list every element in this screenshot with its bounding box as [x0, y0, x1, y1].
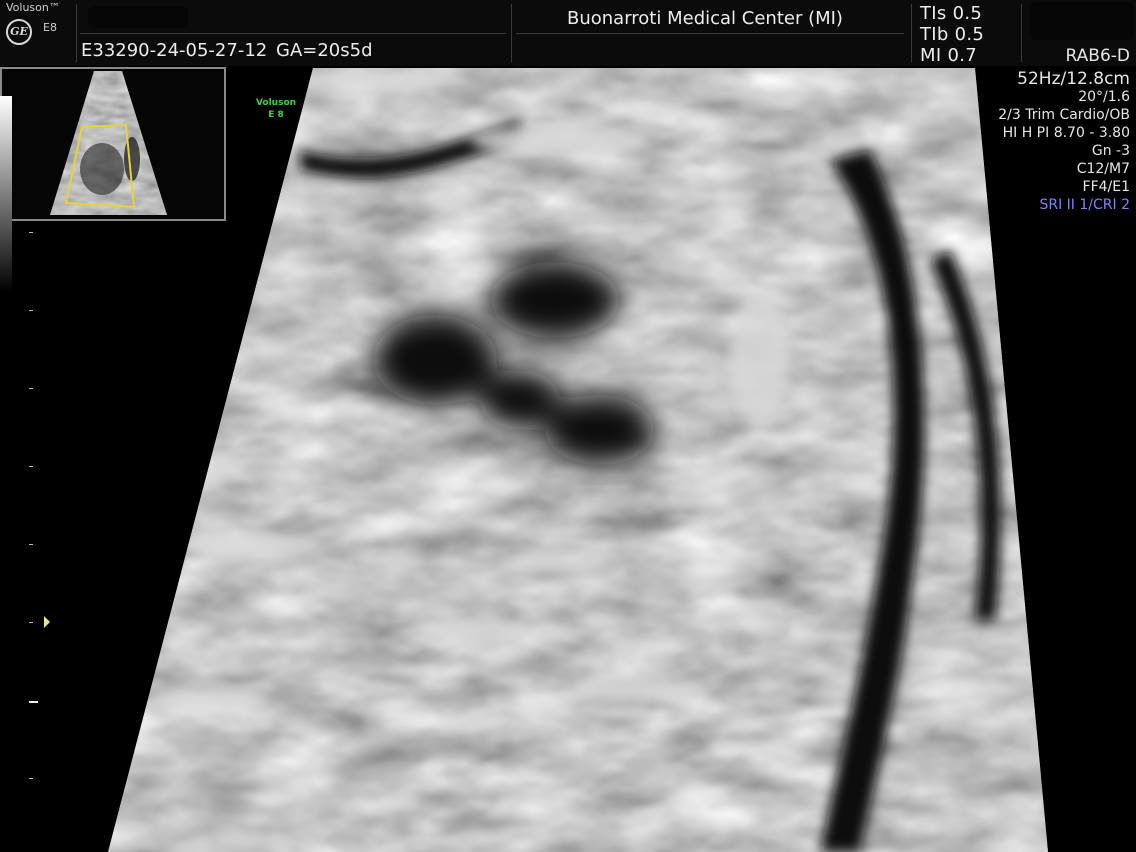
probe-name: RAB6-D — [1065, 46, 1130, 66]
angle-quality: 20°/1.6 — [1078, 89, 1130, 105]
redacted-patient-name — [88, 6, 188, 28]
thermal-index-bone: TIb 0.5 — [920, 24, 985, 45]
brand-model: E8 — [43, 21, 57, 34]
depth-tick — [29, 544, 33, 545]
depth-tick — [29, 388, 33, 389]
focus-marker-icon[interactable] — [44, 616, 50, 628]
watermark-model: E 8 — [268, 110, 284, 120]
depth-tick — [29, 466, 33, 467]
thermal-index-soft-tissue: TIs 0.5 — [920, 3, 983, 24]
gain: Gn -3 — [1091, 143, 1130, 159]
filter-setting: FF4/E1 — [1082, 179, 1130, 195]
mechanical-index: MI 0.7 — [920, 45, 977, 66]
depth-tick — [29, 232, 33, 233]
brand-name: Voluson™ — [6, 1, 60, 14]
depth-tick-major — [29, 701, 38, 703]
thumbnail-image — [50, 71, 167, 215]
watermark-brand: Voluson — [255, 98, 297, 108]
gestational-age: GA=20s5d — [276, 40, 373, 61]
institution-name: Buonarroti Medical Center (MI) — [567, 8, 843, 29]
grayscale-bar — [0, 96, 12, 292]
voluson-watermark: Voluson E 8 — [248, 97, 304, 121]
depth-tick — [29, 310, 33, 311]
harmonic-setting: HI H PI 8.70 - 3.80 — [1002, 125, 1130, 141]
frame-rate-depth: 52Hz/12.8cm — [1017, 69, 1130, 89]
depth-tick — [29, 778, 33, 779]
reference-thumbnail[interactable] — [0, 67, 226, 221]
redacted-date-time — [1030, 2, 1134, 40]
depth-tick — [29, 622, 33, 623]
ge-logo-icon: GE — [6, 19, 32, 45]
preset: 2/3 Trim Cardio/OB — [998, 107, 1130, 123]
sri-setting: SRI II 1/CRI 2 — [1039, 197, 1130, 213]
compound-setting: C12/M7 — [1076, 161, 1130, 177]
patient-id: E33290-24-05-27-12 — [81, 40, 268, 61]
